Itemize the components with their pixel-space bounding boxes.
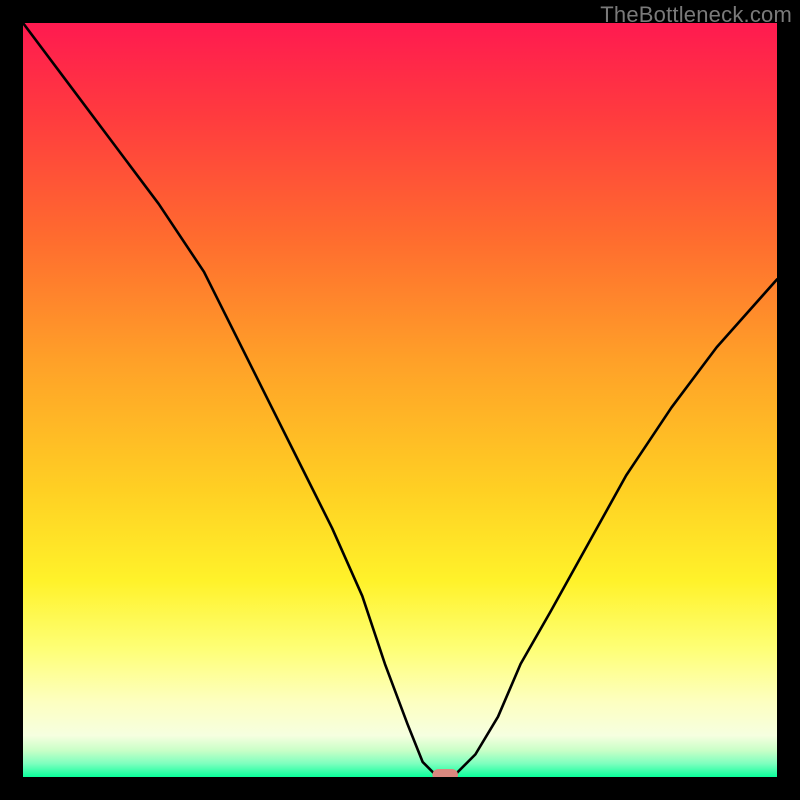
gradient-background (23, 23, 777, 777)
watermark-text: TheBottleneck.com (600, 2, 792, 28)
optimum-marker (432, 769, 458, 777)
plot-area (23, 23, 777, 777)
chart-frame: TheBottleneck.com (0, 0, 800, 800)
bottleneck-chart (23, 23, 777, 777)
